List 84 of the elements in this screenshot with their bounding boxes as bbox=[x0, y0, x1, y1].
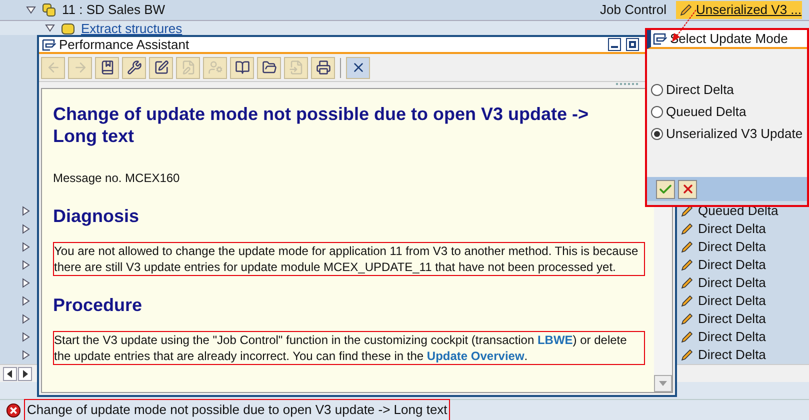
update-mode-text[interactable]: Direct Delta bbox=[698, 219, 766, 239]
left-triangle-icon bbox=[7, 370, 13, 378]
update-mode-text[interactable]: Direct Delta bbox=[698, 255, 766, 275]
toolbar-button[interactable] bbox=[257, 56, 281, 78]
user-icon bbox=[208, 60, 222, 75]
cancel-icon bbox=[680, 182, 694, 196]
scroll-right-button[interactable] bbox=[18, 366, 32, 380]
export-icon bbox=[288, 60, 304, 75]
minimize-button[interactable] bbox=[608, 38, 621, 51]
pencil-icon bbox=[680, 222, 694, 236]
help-link[interactable]: Update Overview bbox=[426, 349, 524, 363]
pencil-icon bbox=[680, 258, 694, 272]
confirm-button[interactable] bbox=[656, 180, 675, 198]
section-paragraph: Start the V3 update using the "Job Control" function in the customizing cockpit (transaction LBWE) or delete the update entries that are already incorrect. You can find these in the Update Overview. bbox=[53, 331, 645, 365]
tree-toggle[interactable] bbox=[45, 23, 55, 33]
minimize-icon bbox=[611, 46, 618, 48]
update-mode-text[interactable]: Direct Delta bbox=[698, 327, 766, 347]
note-icon bbox=[180, 60, 196, 75]
scroll-left-button[interactable] bbox=[3, 366, 17, 380]
row-toggle[interactable] bbox=[21, 350, 31, 360]
toolbar-button[interactable] bbox=[346, 56, 370, 78]
pencil-icon bbox=[679, 3, 693, 17]
message-heading: Change of update mode not possible due to open V3 update -> Long text bbox=[53, 103, 590, 147]
row-toggle[interactable] bbox=[21, 332, 31, 342]
row-toggle[interactable] bbox=[21, 296, 31, 306]
section-heading: Diagnosis bbox=[53, 205, 140, 228]
update-mode-cell[interactable]: Unserialized V3 ... bbox=[676, 1, 802, 19]
row-toggle[interactable] bbox=[21, 260, 31, 270]
radio-option[interactable]: Direct Delta bbox=[651, 81, 807, 99]
down-triangle-icon bbox=[659, 381, 667, 386]
row-toggle[interactable] bbox=[21, 206, 31, 216]
update-mode-text[interactable]: Direct Delta bbox=[698, 291, 766, 311]
tree-node-link[interactable]: Extract structures bbox=[81, 23, 182, 35]
radio-label: Direct Delta bbox=[666, 81, 734, 100]
help-link[interactable]: LBWE bbox=[537, 333, 573, 347]
radio-label: Queued Delta bbox=[666, 103, 746, 122]
row-toggle[interactable] bbox=[21, 278, 31, 288]
toolbar-button[interactable] bbox=[122, 56, 146, 78]
folder-icon bbox=[262, 60, 276, 75]
status-message[interactable]: Change of update mode not possible due to open V3 update -> Long text bbox=[24, 399, 450, 420]
message-number: Message no. MCEX160 bbox=[53, 170, 181, 187]
row-toggle[interactable] bbox=[21, 224, 31, 234]
update-mode-text[interactable]: Direct Delta bbox=[698, 237, 766, 257]
right-triangle-icon bbox=[22, 370, 28, 378]
update-mode-text[interactable]: Direct Delta bbox=[698, 309, 766, 329]
maximize-button[interactable] bbox=[626, 38, 639, 51]
toolbar-button[interactable] bbox=[95, 56, 119, 78]
section-heading: Procedure bbox=[53, 294, 144, 317]
toolbar-button[interactable] bbox=[230, 56, 254, 78]
pencil-icon bbox=[680, 240, 694, 254]
row-toggle[interactable] bbox=[21, 314, 31, 324]
structure-icon bbox=[41, 2, 57, 18]
window-icon bbox=[653, 32, 667, 44]
structure-icon bbox=[60, 23, 76, 35]
pencil-icon bbox=[680, 348, 694, 362]
radio-option[interactable]: Queued Delta bbox=[651, 103, 807, 121]
error-icon bbox=[6, 402, 21, 418]
edit-icon bbox=[154, 60, 168, 75]
toolbar-button[interactable] bbox=[149, 56, 173, 78]
printer-icon bbox=[316, 60, 330, 75]
window-icon bbox=[42, 38, 56, 50]
toolbar-button[interactable] bbox=[311, 56, 335, 78]
pencil-icon bbox=[680, 294, 694, 308]
tree-node-label[interactable]: 11 : SD Sales BW bbox=[62, 0, 166, 20]
cancel-button[interactable] bbox=[678, 180, 697, 198]
row-toggle[interactable] bbox=[21, 242, 31, 252]
tree-toggle[interactable] bbox=[26, 5, 36, 15]
tools-icon bbox=[126, 60, 142, 75]
column-header: Job Control bbox=[600, 1, 668, 20]
pencil-icon bbox=[680, 276, 694, 290]
update-mode-text[interactable]: Direct Delta bbox=[698, 273, 766, 293]
maximize-icon bbox=[629, 41, 636, 48]
book-icon bbox=[100, 60, 114, 75]
open-book-icon bbox=[234, 60, 250, 75]
radio-button[interactable] bbox=[651, 128, 663, 140]
radio-button[interactable] bbox=[651, 84, 663, 96]
window-title: Performance Assistant bbox=[59, 36, 190, 54]
pencil-icon bbox=[680, 312, 694, 326]
section-paragraph: You are not allowed to change the update mode for application 11 from V3 to another method. This is because there are still V3 update entries for update module MCEX_UPDATE_11 that have not been processed yet. bbox=[53, 242, 645, 276]
update-mode-text[interactable]: Direct Delta bbox=[698, 345, 766, 365]
update-mode-text: Unserialized V3 ... bbox=[696, 1, 802, 20]
pencil-icon bbox=[680, 330, 694, 344]
radio-button[interactable] bbox=[651, 106, 663, 118]
forward-arrow-icon bbox=[72, 60, 88, 75]
